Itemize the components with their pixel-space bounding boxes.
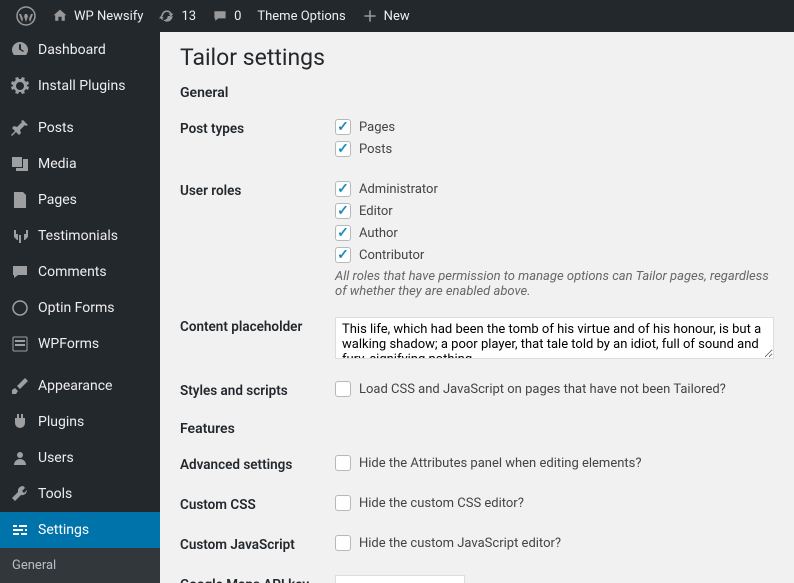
submenu-item-writing[interactable]: Writing (0, 578, 160, 583)
content-placeholder-label: Content placeholder (180, 317, 335, 335)
new-label: New (384, 9, 410, 24)
menu-item-comments[interactable]: Comments (0, 254, 160, 290)
advanced-settings-label: Advanced settings (180, 455, 335, 473)
custom-css-checkbox[interactable] (335, 495, 351, 511)
site-name-link[interactable]: WP Newsify (44, 0, 151, 32)
menu-label: Users (38, 450, 74, 466)
wrench-icon (10, 484, 30, 504)
user-roles-option-label: Administrator (359, 182, 438, 197)
custom-js-option: Hide the custom JavaScript editor? (359, 536, 561, 551)
menu-label: Install Plugins (38, 78, 125, 94)
submenu-item-general[interactable]: General (0, 553, 160, 578)
menu-item-appearance[interactable]: Appearance (0, 368, 160, 404)
update-count: 13 (181, 9, 196, 24)
menu-item-plugins[interactable]: Plugins (0, 404, 160, 440)
user-roles-editor-checkbox[interactable] (335, 203, 351, 219)
sliders-icon (10, 520, 30, 540)
home-icon (52, 8, 68, 24)
menu-item-settings[interactable]: Settings (0, 512, 160, 548)
post-types-posts-checkbox[interactable] (335, 141, 351, 157)
gear-icon (10, 76, 30, 96)
comment-count: 0 (234, 9, 241, 24)
user-icon (10, 448, 30, 468)
section-general: General (180, 85, 774, 101)
updates-link[interactable]: 13 (151, 0, 204, 32)
menu-item-tools[interactable]: Tools (0, 476, 160, 512)
menu-item-media[interactable]: Media (0, 146, 160, 182)
custom-js-checkbox[interactable] (335, 535, 351, 551)
theme-options-link[interactable]: Theme Options (249, 0, 353, 32)
advanced-settings-option: Hide the Attributes panel when editing e… (359, 456, 642, 471)
user-roles-description: All roles that have permission to manage… (335, 269, 774, 299)
settings-submenu: GeneralWritingReadingDiscussionMediaPerm… (0, 548, 160, 583)
menu-item-wpforms[interactable]: WPForms (0, 326, 160, 362)
menu-item-users[interactable]: Users (0, 440, 160, 476)
menu-label: WPForms (38, 336, 99, 352)
custom-css-option: Hide the custom CSS editor? (359, 496, 524, 511)
comment-icon (212, 8, 228, 24)
custom-js-label: Custom JavaScript (180, 535, 335, 553)
menu-label: Appearance (38, 378, 112, 394)
menu-label: Pages (38, 192, 77, 208)
menu-label: Dashboard (38, 42, 106, 58)
admin-menu: Dashboard Install Plugins Posts Media Pages T… (0, 32, 160, 583)
user-roles-option-label: Contributor (359, 248, 424, 263)
form-icon (10, 334, 30, 354)
styles-scripts-checkbox[interactable] (335, 381, 351, 397)
comments-link[interactable]: 0 (204, 0, 249, 32)
user-roles-administrator-checkbox[interactable] (335, 181, 351, 197)
plugin-icon (10, 412, 30, 432)
menu-label: Comments (38, 264, 107, 280)
menu-label: Optin Forms (38, 300, 115, 316)
styles-scripts-label: Styles and scripts (180, 381, 335, 399)
advanced-settings-checkbox[interactable] (335, 455, 351, 471)
user-roles-author-checkbox[interactable] (335, 225, 351, 241)
styles-scripts-option: Load CSS and JavaScript on pages that ha… (359, 382, 726, 397)
theme-options-label: Theme Options (257, 9, 345, 24)
gmaps-key-label: Google Maps API key (180, 575, 335, 583)
update-icon (159, 8, 175, 24)
menu-label: Testimonials (38, 228, 118, 244)
circle-icon (10, 298, 30, 318)
post-types-option-label: Pages (359, 120, 395, 135)
menu-item-optin-forms[interactable]: Optin Forms (0, 290, 160, 326)
section-features: Features (180, 421, 774, 437)
user-roles-contributor-checkbox[interactable] (335, 247, 351, 263)
horns-icon (10, 226, 30, 246)
menu-label: Posts (38, 120, 74, 136)
comment-icon (10, 262, 30, 282)
menu-item-posts[interactable]: Posts (0, 110, 160, 146)
wp-logo[interactable] (8, 0, 44, 32)
site-name: WP Newsify (74, 9, 143, 24)
menu-label: Plugins (38, 414, 84, 430)
dashboard-icon (10, 40, 30, 60)
brush-icon (10, 376, 30, 396)
admin-bar: WP Newsify 13 0 Theme Options New (0, 0, 794, 32)
menu-item-dashboard[interactable]: Dashboard (0, 32, 160, 68)
content-placeholder-textarea[interactable] (335, 317, 774, 359)
gmaps-key-input[interactable] (335, 575, 465, 583)
post-types-label: Post types (180, 119, 335, 137)
user-roles-label: User roles (180, 181, 335, 199)
menu-item-pages[interactable]: Pages (0, 182, 160, 218)
user-roles-option-label: Editor (359, 204, 393, 219)
post-types-option-label: Posts (359, 142, 392, 157)
plus-icon (362, 8, 378, 24)
menu-label: Media (38, 156, 77, 172)
menu-item-install-plugins[interactable]: Install Plugins (0, 68, 160, 104)
wordpress-icon (16, 6, 36, 26)
menu-label: Tools (38, 486, 72, 502)
post-types-pages-checkbox[interactable] (335, 119, 351, 135)
user-roles-option-label: Author (359, 226, 398, 241)
menu-item-testimonials[interactable]: Testimonials (0, 218, 160, 254)
page-title: Tailor settings (180, 44, 774, 71)
main-content: Tailor settings General Post types Pages… (160, 32, 794, 583)
page-icon (10, 190, 30, 210)
media-icon (10, 154, 30, 174)
custom-css-label: Custom CSS (180, 495, 335, 513)
pin-icon (10, 118, 30, 138)
new-content-link[interactable]: New (354, 0, 418, 32)
menu-label: Settings (38, 522, 89, 538)
